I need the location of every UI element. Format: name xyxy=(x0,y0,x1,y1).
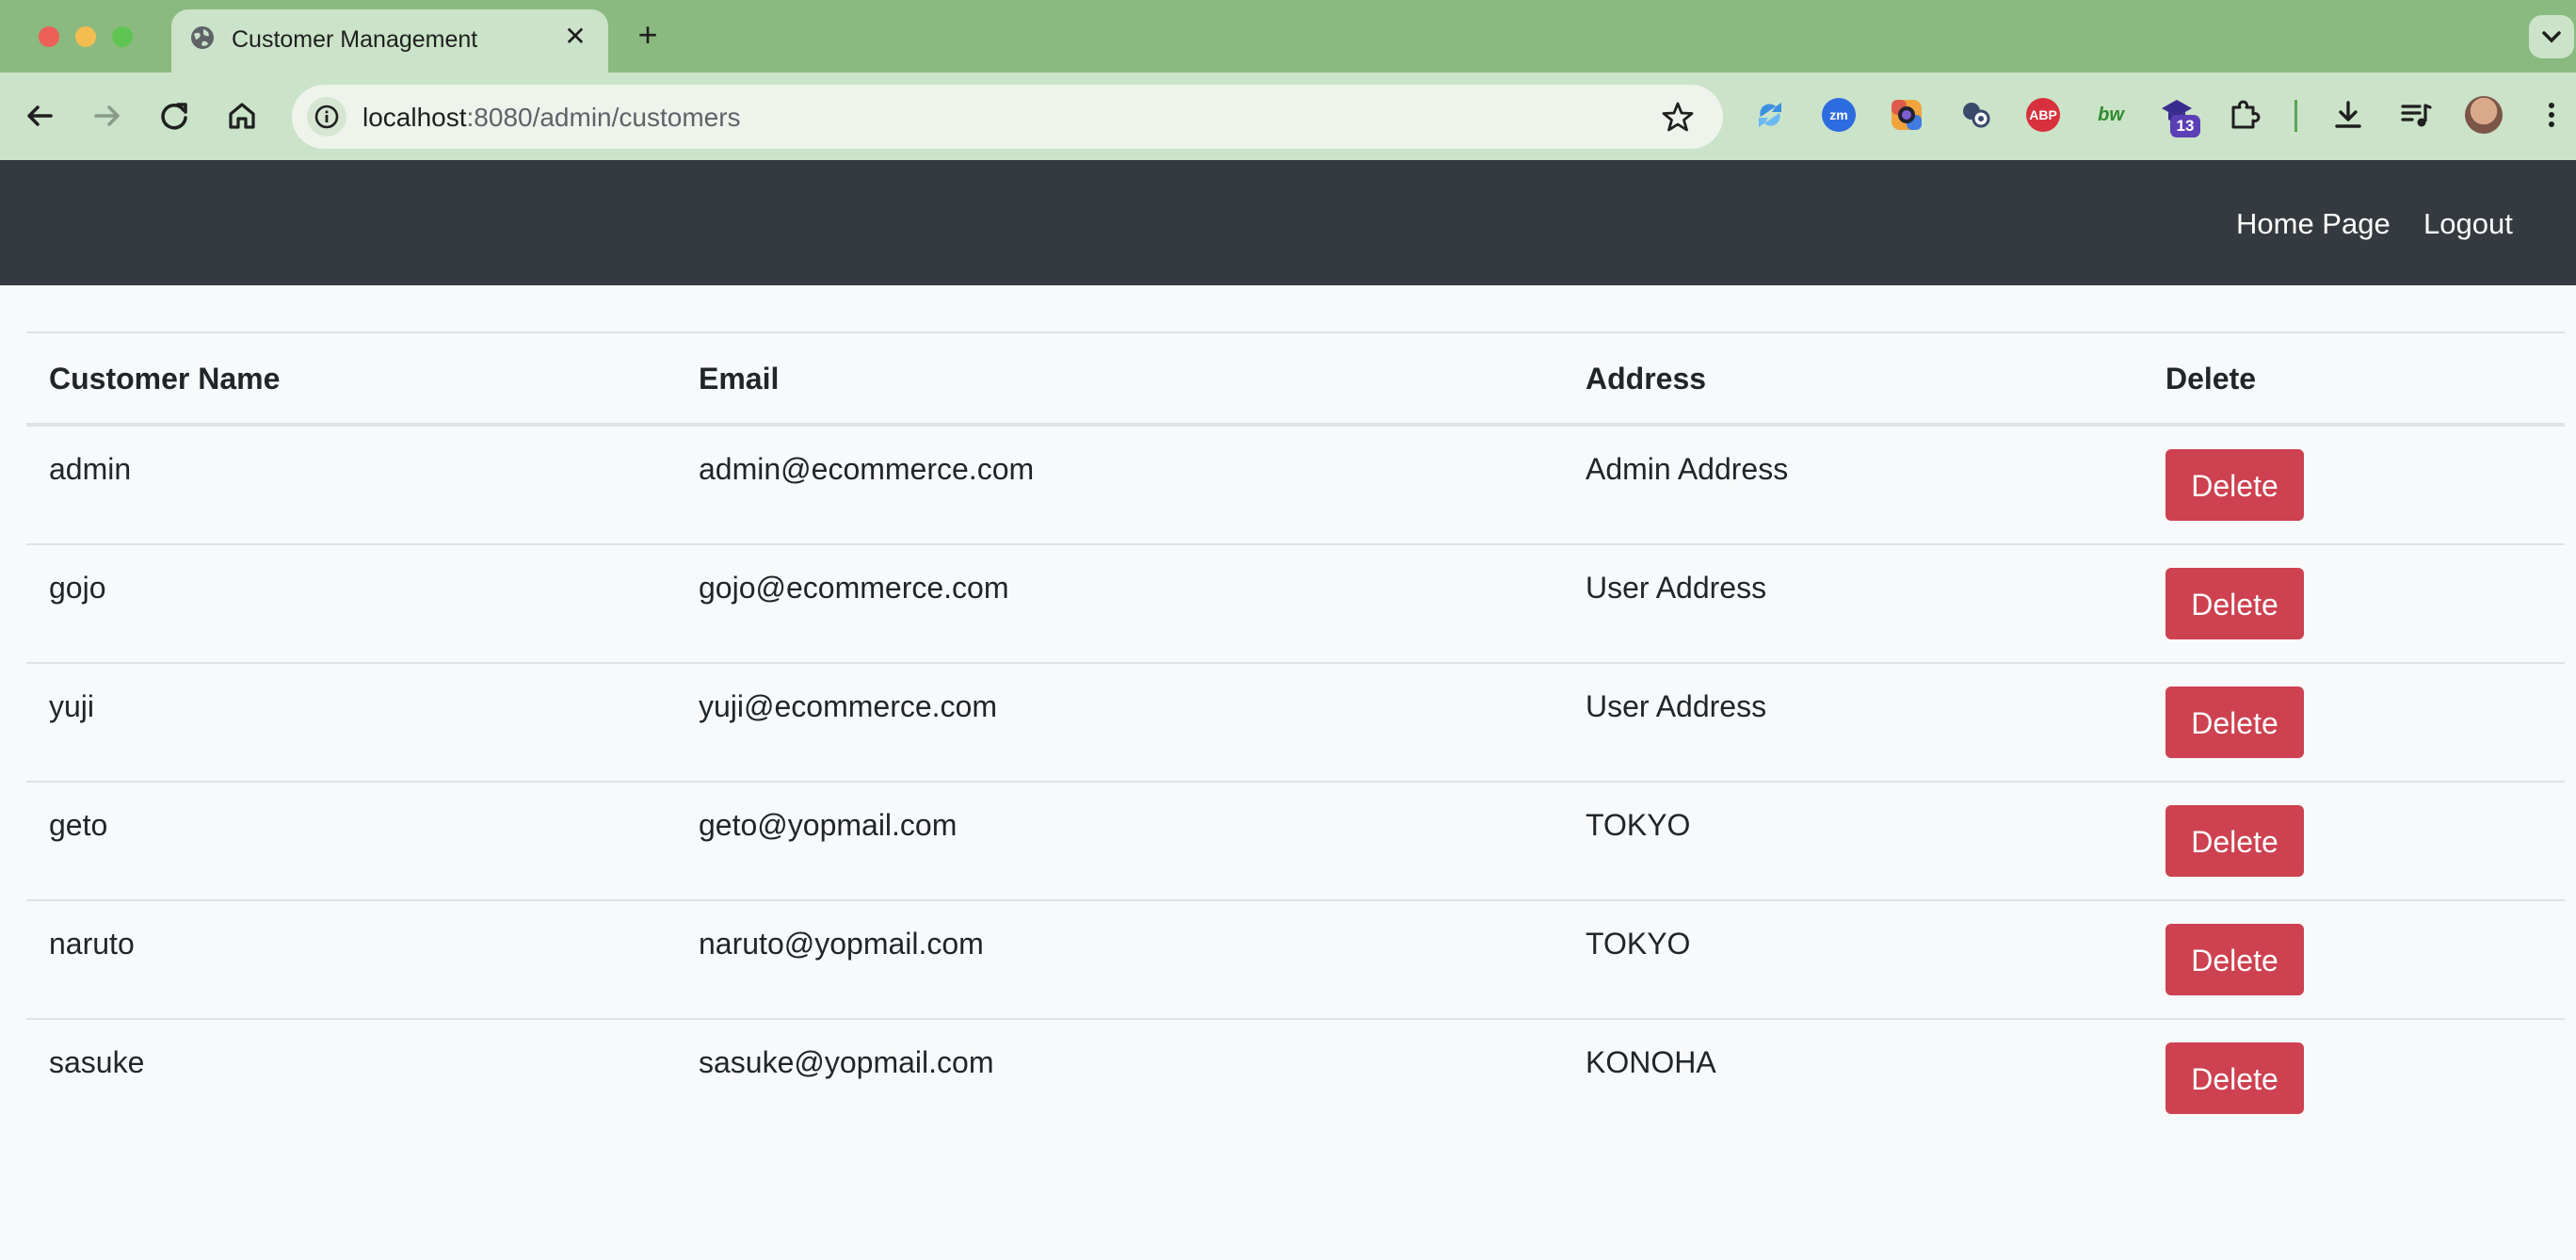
customer-address: TOKYO xyxy=(1586,927,1691,961)
table-row: sasuke sasuke@yopmail.com KONOHA Delete xyxy=(26,1020,2565,1139)
table-row: yuji yuji@ecommerce.com User Address Del… xyxy=(26,664,2565,783)
column-header-email: Email xyxy=(699,362,780,396)
delete-button[interactable]: Delete xyxy=(2165,687,2304,758)
download-icon[interactable] xyxy=(2331,98,2365,132)
site-info-icon[interactable] xyxy=(307,97,346,137)
close-window-button[interactable] xyxy=(39,26,59,47)
customer-address: User Address xyxy=(1586,571,1767,605)
globe-icon xyxy=(191,26,214,49)
puzzle-icon[interactable] xyxy=(2228,98,2262,132)
browser-toolbar: localhost:8080/admin/customers zm ABP bw… xyxy=(0,73,2576,160)
new-tab-button[interactable]: + xyxy=(629,18,667,56)
chevron-down-icon xyxy=(2542,31,2561,43)
url-text: localhost:8080/admin/customers xyxy=(362,103,741,133)
tab-title: Customer Management xyxy=(232,26,478,53)
forward-arrow-icon[interactable] xyxy=(89,97,126,135)
table-row: naruto naruto@yopmail.com TOKYO Delete xyxy=(26,901,2565,1020)
delete-button[interactable]: Delete xyxy=(2165,924,2304,995)
logout-link[interactable]: Logout xyxy=(2423,207,2513,241)
color-picker-icon[interactable] xyxy=(1890,98,1924,132)
table-row: gojo gojo@ecommerce.com User Address Del… xyxy=(26,545,2565,664)
column-header-address: Address xyxy=(1586,362,1707,396)
customer-address: TOKYO xyxy=(1586,808,1691,842)
adblock-plus-icon[interactable]: ABP xyxy=(2026,98,2060,132)
address-bar[interactable]: localhost:8080/admin/customers xyxy=(292,85,1723,149)
url-host: localhost xyxy=(362,103,467,132)
delete-button[interactable]: Delete xyxy=(2165,449,2304,521)
customer-email: admin@ecommerce.com xyxy=(699,452,1035,486)
notification-badge: 13 xyxy=(2170,115,2200,137)
customer-email: sasuke@yopmail.com xyxy=(699,1045,994,1079)
delete-button[interactable]: Delete xyxy=(2165,1042,2304,1114)
profile-avatar[interactable] xyxy=(2465,96,2503,134)
home-page-link[interactable]: Home Page xyxy=(2236,207,2391,241)
app-navbar: Home Page Logout xyxy=(0,160,2576,285)
close-tab-icon[interactable]: ✕ xyxy=(559,21,591,53)
tab-search-button[interactable] xyxy=(2529,15,2574,58)
back-arrow-icon[interactable] xyxy=(21,97,58,135)
customer-email: naruto@yopmail.com xyxy=(699,927,984,961)
browser-tab-active[interactable]: Customer Management ✕ xyxy=(171,9,608,73)
home-icon[interactable] xyxy=(223,97,261,135)
customer-name: geto xyxy=(49,808,108,842)
table-header: Customer Name Email Address Delete xyxy=(26,333,2565,427)
customer-name: gojo xyxy=(49,571,106,605)
maximize-window-button[interactable] xyxy=(112,26,133,47)
bookmark-star-icon[interactable] xyxy=(1657,96,1699,137)
sync-icon[interactable] xyxy=(1753,98,1787,132)
table-row: geto geto@yopmail.com TOKYO Delete xyxy=(26,783,2565,901)
customer-name: admin xyxy=(49,452,132,486)
delete-button[interactable]: Delete xyxy=(2165,568,2304,639)
customer-name: naruto xyxy=(49,927,135,961)
table-row: admin admin@ecommerce.com Admin Address … xyxy=(26,427,2565,545)
bw-icon[interactable]: bw xyxy=(2094,98,2128,132)
url-path: :8080/admin/customers xyxy=(466,103,741,132)
customer-name: sasuke xyxy=(49,1045,145,1079)
customer-email: gojo@ecommerce.com xyxy=(699,571,1009,605)
column-header-delete: Delete xyxy=(2165,362,2257,396)
minimize-window-button[interactable] xyxy=(75,26,96,47)
menu-kebab-icon[interactable] xyxy=(2535,98,2568,132)
customers-table: Customer Name Email Address Delete admin… xyxy=(26,331,2565,1139)
customer-address: User Address xyxy=(1586,689,1767,723)
column-header-customer-name: Customer Name xyxy=(49,362,281,396)
toolbar-divider xyxy=(2294,100,2297,132)
customer-address: Admin Address xyxy=(1586,452,1789,486)
zoom-icon[interactable]: zm xyxy=(1822,98,1856,132)
customer-name: yuji xyxy=(49,689,95,723)
customer-email: yuji@ecommerce.com xyxy=(699,689,997,723)
delete-button[interactable]: Delete xyxy=(2165,805,2304,877)
customer-address: KONOHA xyxy=(1586,1045,1716,1079)
browser-tab-strip: Customer Management ✕ + xyxy=(0,0,2576,73)
media-playlist-icon[interactable] xyxy=(2399,98,2433,132)
customer-email: geto@yopmail.com xyxy=(699,808,958,842)
reload-icon[interactable] xyxy=(155,97,193,135)
password-icon[interactable] xyxy=(1958,98,1992,132)
